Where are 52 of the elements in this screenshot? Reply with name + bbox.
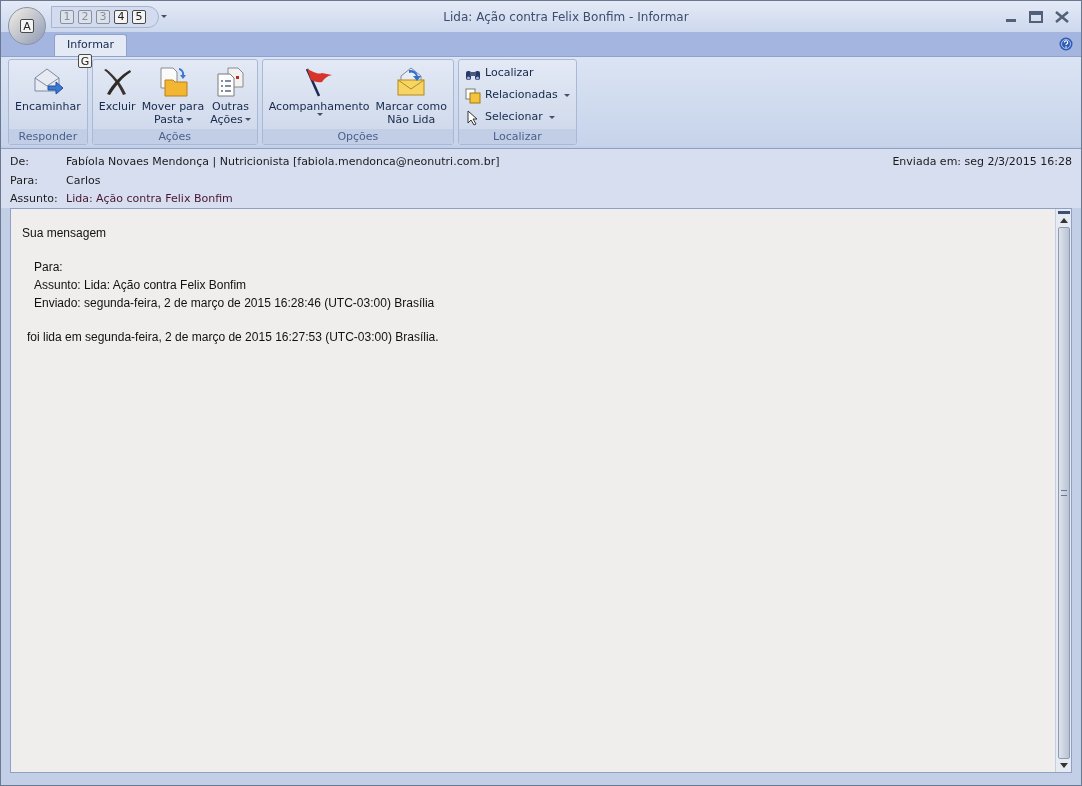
- documents-icon: [214, 66, 247, 98]
- group-label: Ações: [92, 129, 257, 144]
- sender: Fabíola Novaes Mendonça | Nutricionista [fabiola.mendonca@neonutri.com.br]: [66, 154, 500, 170]
- help-icon[interactable]: [1059, 37, 1073, 51]
- field-label: Para:: [10, 172, 39, 189]
- ribbon-button[interactable]: Excluir: [96, 64, 138, 113]
- group-label: Opções: [262, 129, 454, 144]
- caret-icon: [563, 93, 570, 98]
- ribbon-button[interactable]: Localizar: [465, 64, 570, 83]
- office-button[interactable]: A: [8, 7, 46, 45]
- window-title: Lida: Ação contra Felix Bonfim - Informar: [442, 8, 690, 26]
- caret-icon: [161, 14, 167, 19]
- caret-icon: [244, 118, 251, 122]
- scroll-thumb[interactable]: [1057, 227, 1070, 759]
- close-icon[interactable]: [1055, 10, 1069, 23]
- ribbon-button[interactable]: Selecionar: [465, 108, 570, 127]
- caret-icon: [185, 118, 192, 122]
- scroll-down-icon[interactable]: [1058, 762, 1069, 770]
- ribbon-button[interactable]: Marcar como Não Lida: [373, 64, 450, 126]
- body-text: Para:: [34, 259, 64, 276]
- caret-icon: [317, 113, 324, 117]
- body-text: Sua mensagem: [22, 225, 108, 242]
- ribbon-button[interactable]: Acompanhamento: [266, 64, 372, 117]
- keytip: 1: [60, 9, 74, 24]
- scroll-up-icon[interactable]: [1058, 216, 1069, 224]
- body-text: Enviado: segunda-feira, 2 de março de 2015 16:28:46 (UTC-03:00) Brasília: [34, 295, 436, 312]
- group-label: Localizar: [459, 129, 576, 144]
- keytip: 4: [114, 9, 128, 24]
- envelope-arrow-icon: [395, 66, 428, 98]
- recipient: Carlos: [66, 172, 101, 189]
- group-label: Responder: [9, 129, 87, 144]
- subject: Lida: Ação contra Felix Bonfim: [66, 191, 233, 207]
- envelope-arrow-icon: [31, 66, 64, 98]
- field-label: Enviada em:: [892, 154, 963, 170]
- body-text: foi lida em segunda-feira, 2 de março de 2015 16:27:53 (UTC-03:00) Brasília.: [26, 329, 440, 346]
- maximize-icon[interactable]: [1029, 10, 1043, 23]
- body-text: Assunto: Lida: Ação contra Felix Bonfim: [34, 277, 248, 294]
- keytip: 5: [132, 9, 146, 24]
- ribbon-button[interactable]: Outras Ações: [208, 64, 253, 126]
- field-label: De:: [10, 154, 30, 170]
- keytip: A: [20, 19, 34, 33]
- scrollbar[interactable]: [1055, 209, 1071, 772]
- ribbon-button[interactable]: Mover para Pasta: [139, 64, 207, 126]
- keytip: 2: [78, 9, 92, 24]
- ribbon-button[interactable]: Relacionadas: [465, 86, 570, 105]
- keytip: 3: [96, 9, 110, 24]
- field-label: Assunto:: [10, 191, 59, 207]
- sent-date: seg 2/3/2015 16:28: [964, 154, 1072, 170]
- documents-icon: [465, 87, 482, 104]
- ribbon-tab[interactable]: Informar: [54, 34, 128, 56]
- keytip: G: [78, 54, 92, 69]
- caret-icon: [548, 115, 555, 120]
